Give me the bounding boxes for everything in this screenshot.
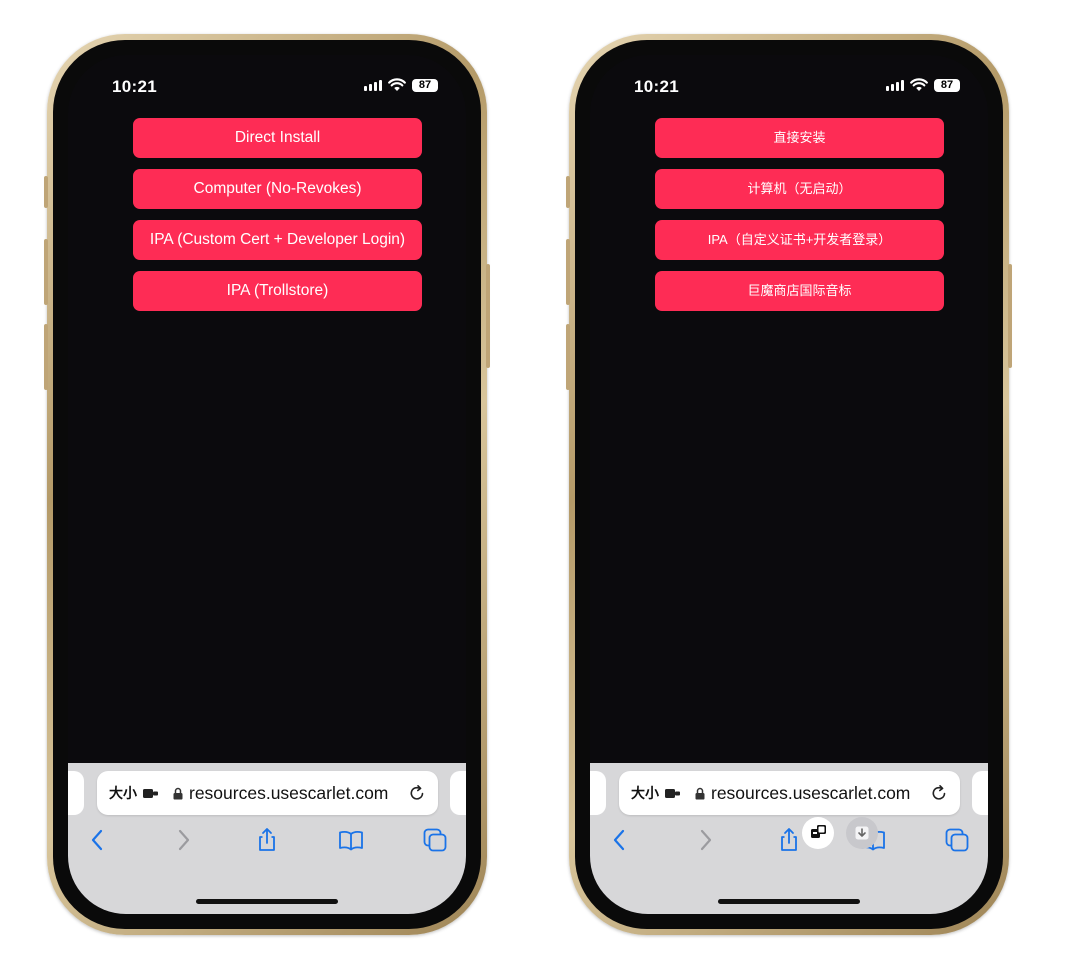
ipa-trollstore-button[interactable]: 巨魔商店国际音标	[655, 271, 944, 311]
direct-install-button[interactable]: Direct Install	[133, 118, 422, 158]
computer-no-revokes-button[interactable]: Computer (No-Revokes)	[133, 169, 422, 209]
extension-icon[interactable]	[665, 788, 681, 799]
address-bar[interactable]: 大小 resources.usescarlet.com	[619, 771, 960, 815]
url-text[interactable]: resources.usescarlet.com	[189, 783, 388, 804]
status-time: 10:21	[112, 77, 157, 96]
bezel: 10:21 87 直接安装 计算机（无启动） IPA（自定义证书+开发者登录） …	[575, 40, 1003, 929]
install-options: Direct Install Computer (No-Revokes) IPA…	[133, 118, 422, 322]
tabs-icon[interactable]	[944, 827, 970, 853]
previous-tab-preview[interactable]	[68, 771, 84, 815]
home-indicator[interactable]	[718, 899, 860, 904]
page-settings-button[interactable]: 大小	[109, 783, 137, 803]
status-icons: 87	[886, 78, 960, 92]
back-icon[interactable]	[85, 827, 111, 853]
signal-icon	[886, 79, 904, 91]
volume-down-button	[566, 324, 570, 390]
translate-icon[interactable]	[802, 817, 834, 849]
lock-icon	[695, 787, 705, 799]
reload-icon[interactable]	[408, 784, 426, 802]
reload-icon[interactable]	[930, 784, 948, 802]
safari-toolbar: 大小 resources.usescarlet.com	[590, 763, 988, 914]
signal-icon	[364, 79, 382, 91]
battery-icon: 87	[934, 78, 960, 92]
status-time: 10:21	[634, 77, 679, 96]
wifi-icon	[910, 78, 928, 91]
bookmarks-icon[interactable]	[338, 827, 364, 853]
next-tab-preview[interactable]	[450, 771, 466, 815]
screen: 10:21 87 Direct Install Computer (No-Rev…	[68, 55, 466, 914]
battery-icon: 87	[412, 78, 438, 92]
computer-no-revokes-button[interactable]: 计算机（无启动）	[655, 169, 944, 209]
ipa-custom-cert-button[interactable]: IPA（自定义证书+开发者登录）	[655, 220, 944, 260]
silent-switch	[566, 176, 570, 208]
tabs-icon[interactable]	[422, 827, 448, 853]
status-bar: 10:21 87	[68, 55, 466, 115]
power-button	[486, 264, 490, 368]
direct-install-button[interactable]: 直接安装	[655, 118, 944, 158]
status-bar: 10:21 87	[590, 55, 988, 115]
previous-tab-preview[interactable]	[590, 771, 606, 815]
install-options: 直接安装 计算机（无启动） IPA（自定义证书+开发者登录） 巨魔商店国际音标	[655, 118, 944, 322]
ipa-custom-cert-button[interactable]: IPA (Custom Cert + Developer Login)	[133, 220, 422, 260]
ipa-trollstore-button[interactable]: IPA (Trollstore)	[133, 271, 422, 311]
page-settings-button[interactable]: 大小	[631, 783, 659, 803]
share-icon[interactable]	[254, 827, 280, 853]
phone-left: 10:21 87 Direct Install Computer (No-Rev…	[44, 34, 490, 935]
silent-switch	[44, 176, 48, 208]
nav-row	[590, 817, 988, 855]
safari-toolbar: 大小 resources.usescarlet.com	[68, 763, 466, 914]
next-tab-preview[interactable]	[972, 771, 988, 815]
volume-down-button	[44, 324, 48, 390]
power-button	[1008, 264, 1012, 368]
volume-up-button	[44, 239, 48, 305]
download-icon[interactable]	[846, 817, 878, 849]
lock-icon	[173, 787, 183, 799]
share-icon[interactable]	[776, 827, 802, 853]
volume-up-button	[566, 239, 570, 305]
screen: 10:21 87 直接安装 计算机（无启动） IPA（自定义证书+开发者登录） …	[590, 55, 988, 914]
status-icons: 87	[364, 78, 438, 92]
extension-icon[interactable]	[143, 788, 159, 799]
nav-row	[68, 825, 466, 855]
url-text[interactable]: resources.usescarlet.com	[711, 783, 910, 804]
phone-right: 10:21 87 直接安装 计算机（无启动） IPA（自定义证书+开发者登录） …	[566, 34, 1012, 935]
bezel: 10:21 87 Direct Install Computer (No-Rev…	[53, 40, 481, 929]
wifi-icon	[388, 78, 406, 91]
forward-icon[interactable]	[692, 827, 718, 853]
forward-icon[interactable]	[170, 827, 196, 853]
home-indicator[interactable]	[196, 899, 338, 904]
back-icon[interactable]	[607, 827, 633, 853]
address-bar[interactable]: 大小 resources.usescarlet.com	[97, 771, 438, 815]
